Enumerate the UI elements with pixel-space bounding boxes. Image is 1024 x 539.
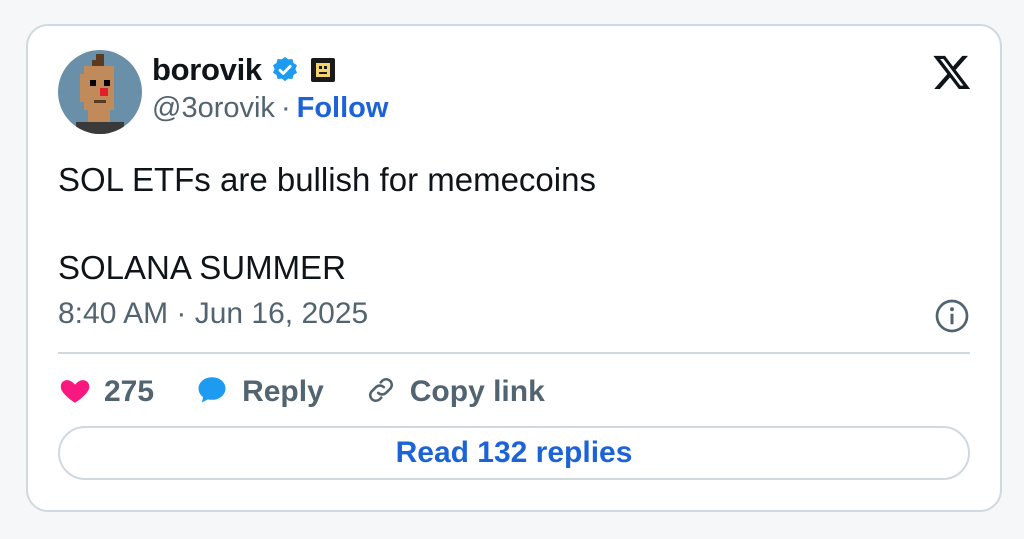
- avatar[interactable]: [58, 50, 142, 134]
- heart-icon: [58, 373, 92, 412]
- reply-button[interactable]: Reply: [194, 373, 324, 412]
- author-name-row: borovik: [152, 52, 336, 88]
- like-button[interactable]: 275: [58, 373, 154, 412]
- author-handle[interactable]: @3orovik: [152, 92, 275, 124]
- tweet-text: SOL ETFs are bullish for memecoins SOLAN…: [58, 158, 596, 290]
- affiliate-badge-icon[interactable]: [310, 57, 336, 83]
- verified-badge-icon: [270, 55, 300, 85]
- divider: [58, 352, 970, 354]
- like-count: 275: [104, 375, 155, 408]
- tweet-timestamp[interactable]: 8:40 AM · Jun 16, 2025: [58, 294, 368, 334]
- tweet-text-line-1: SOL ETFs are bullish for memecoins: [58, 161, 596, 198]
- reply-bubble-icon: [194, 373, 230, 412]
- copy-link-label: Copy link: [409, 375, 545, 408]
- pixel-art-avatar-icon: [58, 50, 142, 134]
- follow-button[interactable]: Follow: [297, 92, 389, 124]
- copy-link-button[interactable]: Copy link: [364, 373, 545, 412]
- tweet-text-line-2: SOLANA SUMMER: [58, 249, 346, 286]
- separator-dot: ·: [280, 92, 291, 124]
- tweet-embed-card: borovik @3orovik · Follow SOL ETFs are bul…: [26, 24, 1002, 512]
- author-handle-row: @3orovik · Follow: [152, 90, 388, 126]
- link-icon: [364, 373, 398, 412]
- author-name[interactable]: borovik: [152, 52, 262, 88]
- read-replies-button[interactable]: Read 132 replies: [58, 426, 970, 480]
- reply-label: Reply: [242, 375, 324, 408]
- x-logo-icon[interactable]: [932, 52, 972, 92]
- info-icon[interactable]: [934, 298, 970, 334]
- action-bar: 275 Reply Copy link: [58, 370, 545, 414]
